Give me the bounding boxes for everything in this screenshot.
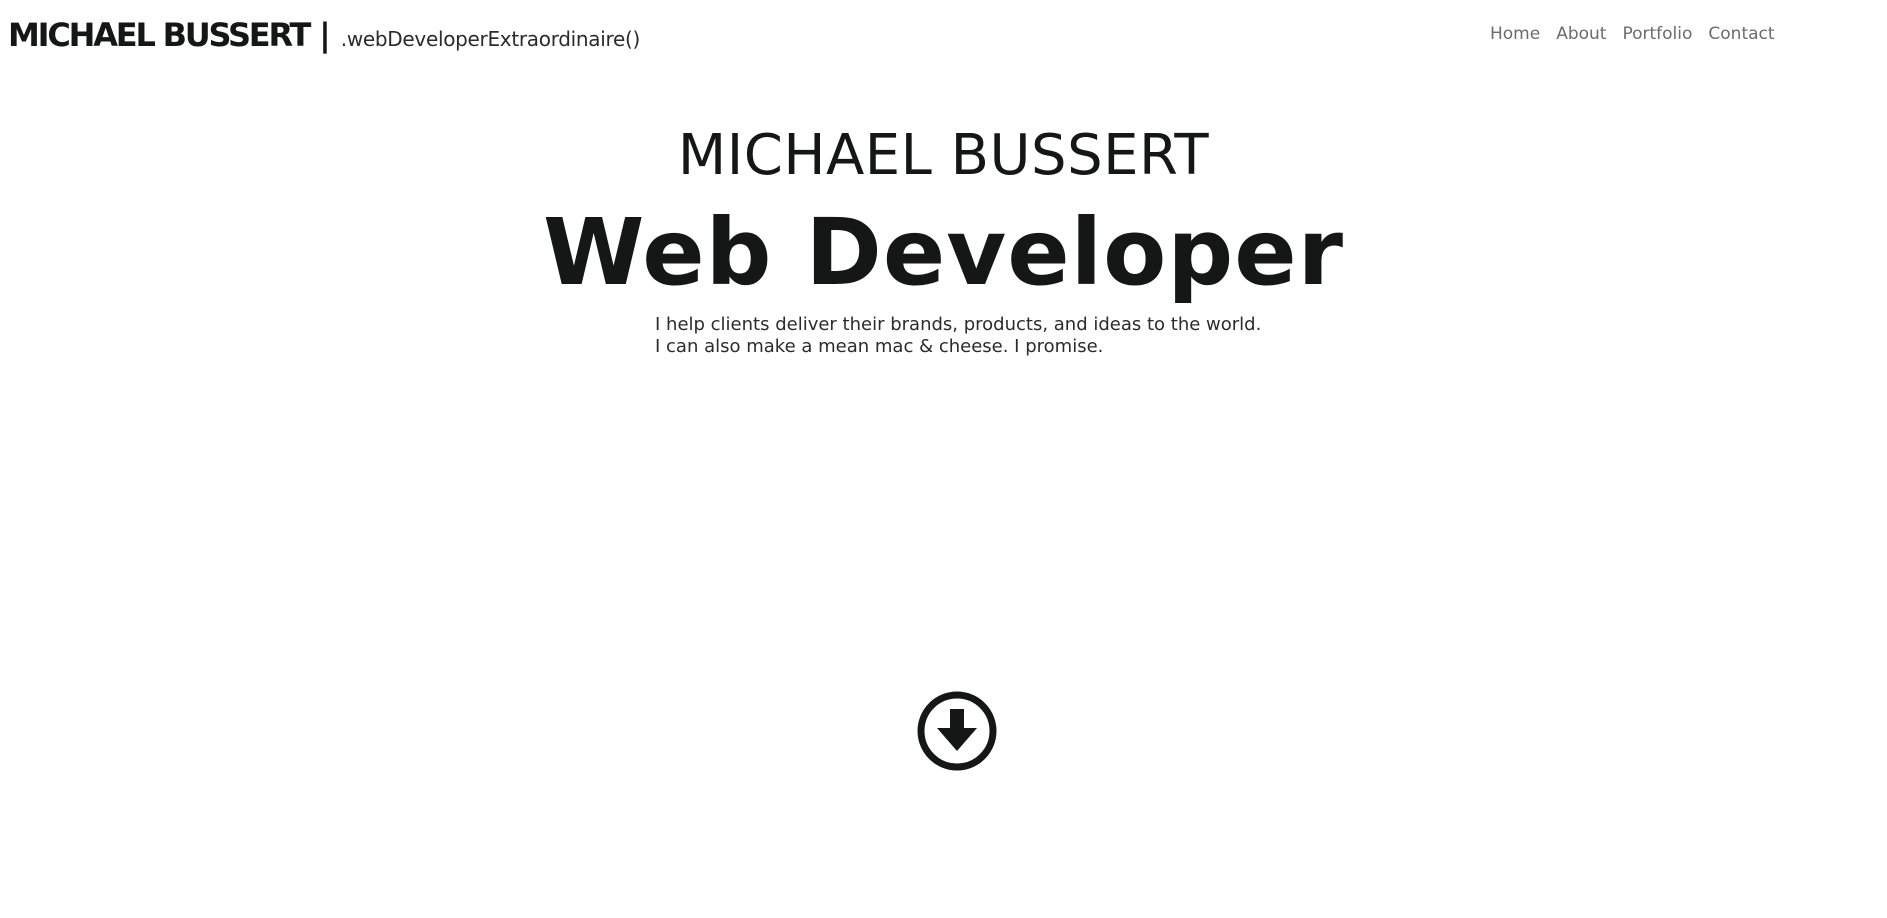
nav-link-home[interactable]: Home xyxy=(1490,24,1540,44)
hero-copy-line-2: I can also make a mean mac & cheese. I p… xyxy=(655,336,1104,357)
hero-title: Web Developer xyxy=(543,199,1344,306)
nav-link-contact[interactable]: Contact xyxy=(1708,24,1774,44)
site-header: MICHAEL BUSSERT | .webDeveloperExtraordi… xyxy=(0,0,1887,76)
scroll-down-button[interactable] xyxy=(917,691,997,771)
hero-copy: I help clients deliver their brands, pro… xyxy=(655,314,1261,358)
nav-link-portfolio[interactable]: Portfolio xyxy=(1622,24,1692,44)
main-nav: Home About Portfolio Contact xyxy=(1490,24,1775,44)
brand-tagline: .webDeveloperExtraordinaire() xyxy=(340,27,641,51)
nav-link-about[interactable]: About xyxy=(1556,24,1606,44)
brand-separator: | xyxy=(319,16,331,54)
hero-section: MICHAEL BUSSERT Web Developer xyxy=(0,120,1887,308)
brand-name-link[interactable]: MICHAEL BUSSERT xyxy=(8,16,311,54)
hero-name: MICHAEL BUSSERT xyxy=(677,123,1210,188)
hero-copy-line-1: I help clients deliver their brands, pro… xyxy=(655,314,1262,335)
arrow-circle-down-icon xyxy=(917,691,997,771)
brand: MICHAEL BUSSERT | .webDeveloperExtraordi… xyxy=(8,16,640,54)
